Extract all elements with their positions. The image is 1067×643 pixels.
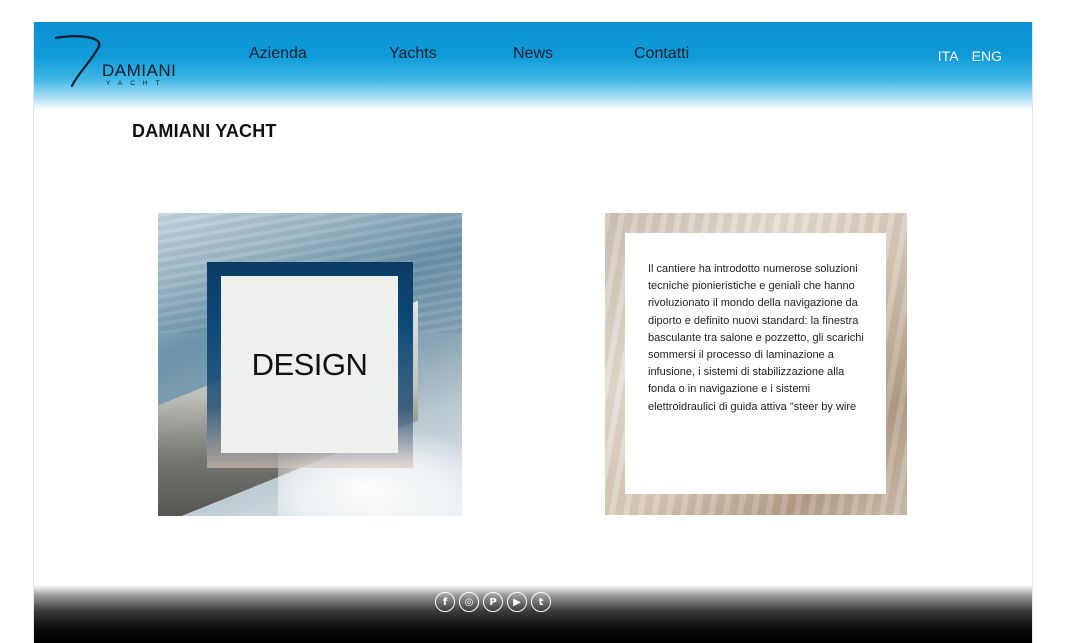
lang-ita[interactable]: ITA [938,48,958,64]
logo[interactable]: DAMIANI YACHT [54,34,194,94]
lang-eng[interactable]: ENG [972,48,1002,64]
nav-item-contatti[interactable]: Contatti [634,45,689,63]
design-tile[interactable]: DESIGN [158,213,462,516]
twitter-icon[interactable]: t [531,592,551,612]
nav-item-azienda[interactable]: Azienda [249,45,307,63]
instagram-icon[interactable]: ◎ [459,592,479,612]
page-title: DAMIANI YACHT [132,121,277,141]
nav-item-news[interactable]: News [513,45,553,63]
facebook-icon[interactable]: f [435,592,455,612]
page: DAMIANI YACHT Azienda Yachts News Contat… [33,22,1033,643]
text-tile: Il cantiere ha introdotto numerose soluz… [605,213,907,515]
site-header: DAMIANI YACHT Azienda Yachts News Contat… [34,22,1032,110]
nav-item-yachts[interactable]: Yachts [389,45,437,63]
social-links: f ◎ P ▶ t [435,592,551,612]
design-label: DESIGN [251,346,368,382]
logo-brand-text: DAMIANI [102,61,177,80]
text-card-body: Il cantiere ha introdotto numerose soluz… [648,263,864,413]
text-card: Il cantiere ha introdotto numerose soluz… [625,233,886,494]
design-label-box: DESIGN [221,276,398,453]
language-switcher: ITA ENG [928,48,1002,64]
youtube-icon[interactable]: ▶ [507,592,527,612]
logo-sub-text: YACHT [106,80,168,87]
pinterest-icon[interactable]: P [483,592,503,612]
